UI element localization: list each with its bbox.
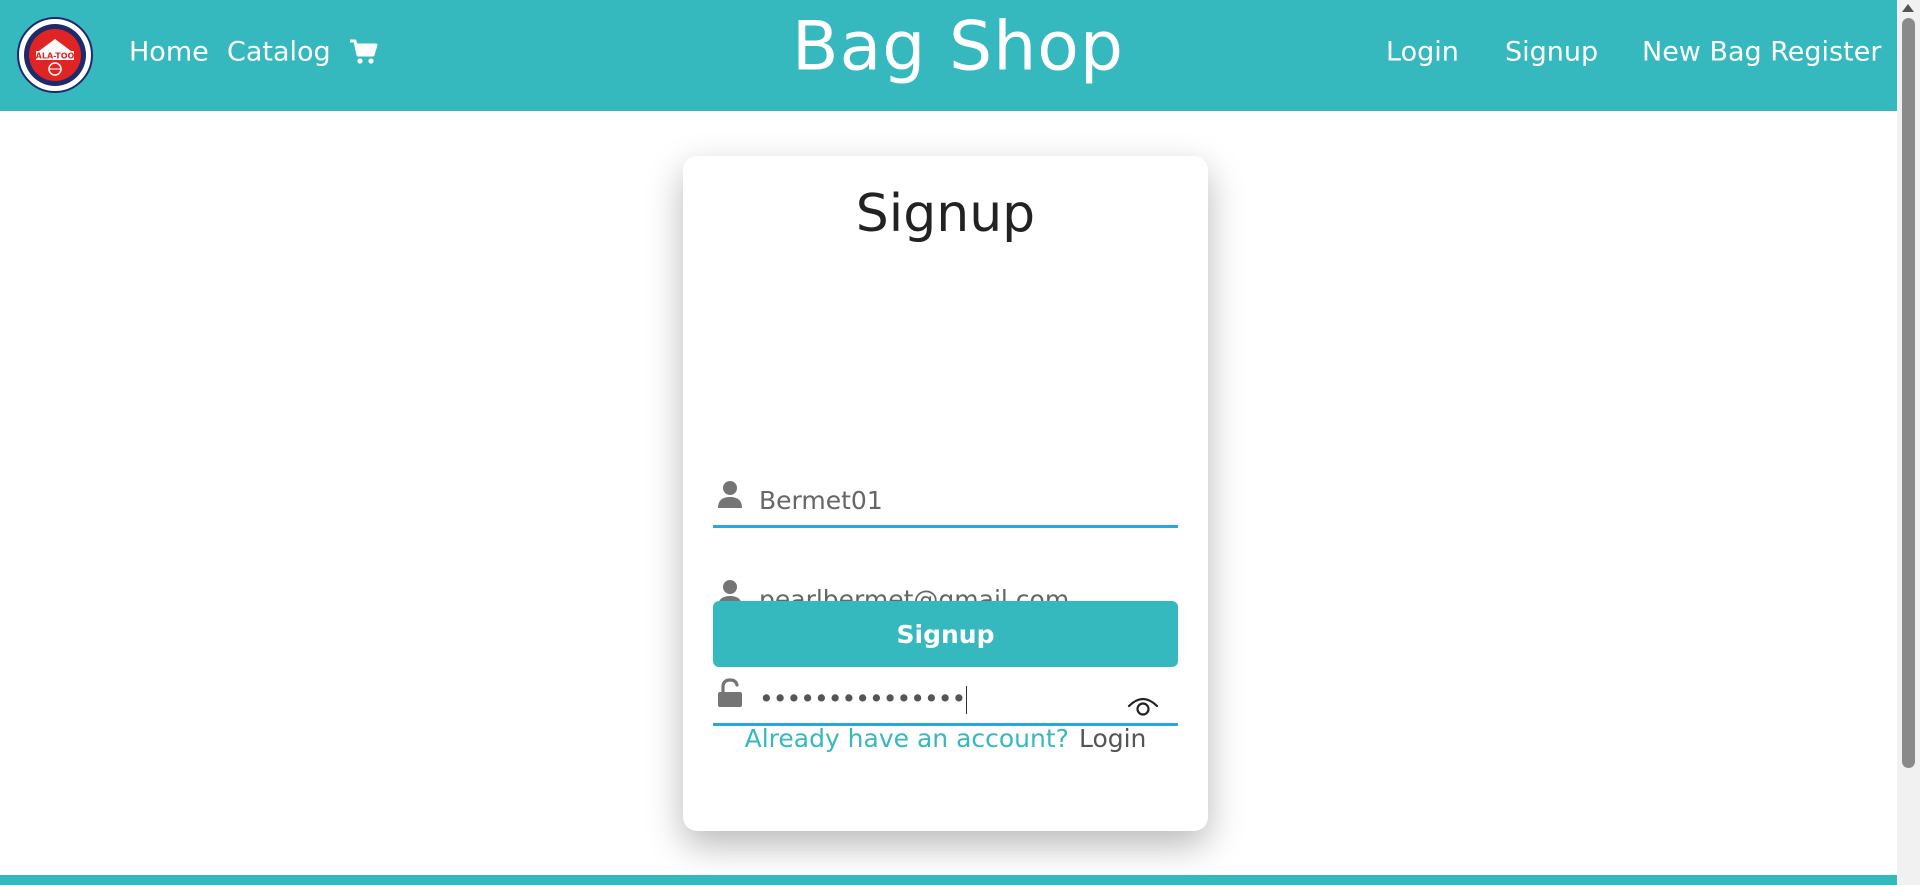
login-link[interactable]: Login xyxy=(1079,724,1146,753)
username-field[interactable]: Bermet01 xyxy=(713,454,1178,528)
lock-icon xyxy=(717,678,743,708)
login-prompt: Already have an account? Login xyxy=(683,724,1208,753)
eye-icon[interactable] xyxy=(1126,694,1160,718)
nav-login-link[interactable]: Login xyxy=(1386,37,1459,68)
bottom-bar xyxy=(0,875,1897,885)
nav-new-bag-register-link[interactable]: New Bag Register xyxy=(1642,37,1881,68)
vertical-scrollbar[interactable] xyxy=(1897,0,1920,885)
signup-title: Signup xyxy=(855,184,1036,244)
nav-home-link[interactable]: Home xyxy=(129,37,209,68)
ala-too-logo-icon[interactable]: ALA-TOO xyxy=(17,17,93,93)
top-navbar: ALA-TOO Home Catalog Bag Shop Login Sign… xyxy=(0,0,1897,111)
signup-card: Signup Bermet01 pearlbermet@gmail.com ••… xyxy=(683,156,1208,831)
scrollbar-thumb[interactable] xyxy=(1902,18,1915,768)
password-input[interactable]: ••••••••••••••• xyxy=(759,684,968,714)
user-icon xyxy=(717,480,743,510)
username-input[interactable]: Bermet01 xyxy=(759,486,883,515)
brand-title: Bag Shop xyxy=(791,7,1125,87)
already-have-account-text: Already have an account? xyxy=(744,724,1069,753)
nav-catalog-link[interactable]: Catalog xyxy=(227,37,331,68)
signup-submit-button[interactable]: Signup xyxy=(713,601,1178,667)
svg-text:ALA-TOO: ALA-TOO xyxy=(36,52,75,61)
nav-signup-link[interactable]: Signup xyxy=(1505,37,1598,68)
scroll-up-arrow-icon[interactable] xyxy=(1902,4,1914,12)
shopping-cart-icon[interactable] xyxy=(348,37,378,67)
